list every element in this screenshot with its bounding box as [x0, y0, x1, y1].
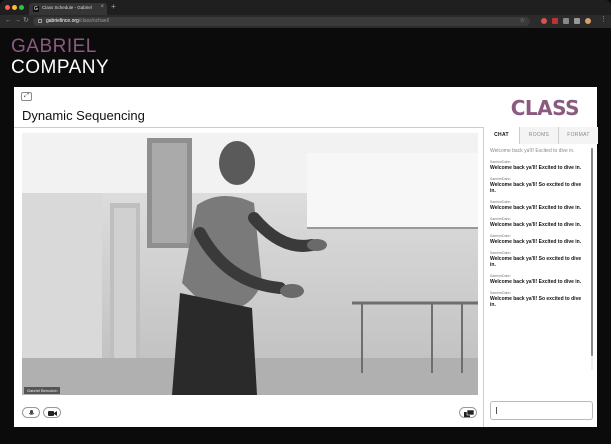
bookmark-star-icon[interactable]: ☆	[520, 17, 525, 24]
chat-tabs: CHAT ROOMS FORMAT	[484, 127, 598, 144]
brand-line-2[interactable]: COMPANY	[11, 58, 109, 78]
chat-message-text: Welcome back ya'll! Excited to dive in.	[490, 205, 582, 211]
lock-icon	[38, 19, 42, 23]
chat-message-text: Welcome back ya'll! Excited to dive in.	[490, 222, 582, 228]
chat-panel: CHAT ROOMS FORMAT Welcome back ya'll! Ex…	[483, 127, 598, 427]
video-name-label: Gabriel Benoxich	[24, 387, 61, 394]
extension-icon[interactable]	[574, 18, 580, 24]
browser-window: G Class Schedule - Gabriel × + ← → ↻ gab…	[0, 0, 611, 444]
back-icon[interactable]: ←	[5, 17, 12, 25]
chat-message: SamIneDahn Welcome back ya'll! So excite…	[490, 291, 588, 308]
expand-icon[interactable]: ⤢	[21, 92, 32, 101]
site-favicon-icon: G	[33, 6, 39, 12]
brand-line-1[interactable]: GABRIEL	[11, 37, 97, 57]
microphone-icon	[28, 410, 35, 415]
chat-message-text: Welcome back ya'll! Excited to dive in.	[490, 279, 582, 285]
video-frame-image	[22, 133, 478, 395]
forward-icon[interactable]: →	[14, 17, 21, 25]
class-logo: CLASS	[510, 96, 580, 120]
tab-rooms[interactable]: ROOMS	[520, 127, 559, 144]
browser-tab[interactable]: G Class Schedule - Gabriel ×	[29, 3, 107, 15]
browser-menu-icon[interactable]: ⋮	[600, 16, 607, 24]
tab-format[interactable]: FORMAT	[559, 127, 598, 144]
minimize-window-button[interactable]	[12, 5, 17, 10]
browser-tab-bar: G Class Schedule - Gabriel × +	[0, 0, 611, 15]
profile-avatar[interactable]	[585, 18, 591, 24]
chat-message: SamIneDahn Welcome back ya'll! Excited t…	[490, 234, 588, 245]
chat-message: SamIneDahn Welcome back ya'll! Excited t…	[490, 160, 588, 171]
chat-message: SamIneDahn Welcome back ya'll! Excited t…	[490, 274, 588, 285]
new-tab-icon[interactable]: +	[111, 3, 116, 11]
chat-message-text: Welcome back ya'll! So excited to dive i…	[490, 296, 582, 308]
address-bar[interactable]: gabrielince.org/class/ochael/ ☆	[33, 17, 530, 26]
chat-message-text: Welcome back ya'll! So excited to dive i…	[490, 256, 582, 268]
chat-message-text: Welcome back ya'll! Excited to dive in.	[490, 165, 582, 171]
extension-icon[interactable]	[552, 18, 558, 24]
screen-switch-button[interactable]	[459, 407, 477, 418]
chat-message: SamIneDahn Welcome back ya'll! Excited t…	[490, 217, 588, 228]
video-camera-icon	[48, 411, 57, 416]
class-title: Dynamic Sequencing	[22, 108, 145, 123]
extension-icon[interactable]	[541, 18, 547, 24]
reload-icon[interactable]: ↻	[23, 17, 29, 25]
class-panel: ⤢ Dynamic Sequencing CLASS Gabriel Benox…	[14, 87, 598, 427]
extensions-puzzle-icon[interactable]	[563, 18, 569, 24]
chat-scrollbar-thumb[interactable]	[591, 148, 593, 356]
chat-scrollbar[interactable]	[591, 148, 593, 370]
browser-toolbar: ← → ↻ gabrielince.org/class/ochael/ ☆ ⋮	[0, 15, 611, 28]
address-url: gabrielince.org/class/ochael/	[46, 18, 110, 24]
browser-tab-title: Class Schedule - Gabriel	[42, 5, 92, 10]
video-player[interactable]: Gabriel Benoxich	[22, 133, 478, 395]
close-window-button[interactable]	[5, 5, 10, 10]
microphone-button[interactable]	[22, 407, 40, 418]
chat-message: SamIneDahn Welcome back ya'll! So excite…	[490, 177, 588, 194]
chat-message-text: Welcome back ya'll! Excited to dive in.	[490, 239, 582, 245]
chat-message: Welcome back ya'll! Excited to dive in.	[490, 148, 575, 154]
tab-chat[interactable]: CHAT	[484, 127, 520, 144]
chat-message-text: Welcome back ya'll! So excited to dive i…	[490, 182, 582, 194]
screen-switch-icon	[464, 410, 474, 417]
chat-input[interactable]	[490, 401, 593, 420]
close-tab-icon[interactable]: ×	[100, 4, 104, 10]
text-cursor	[496, 407, 497, 414]
maximize-window-button[interactable]	[19, 5, 24, 10]
camera-button[interactable]	[43, 407, 61, 418]
chat-message: SamIneDahn Welcome back ya'll! So excite…	[490, 251, 588, 268]
chat-message: SamIneDahn Welcome back ya'll! Excited t…	[490, 200, 588, 211]
chat-messages[interactable]: Welcome back ya'll! Excited to dive in. …	[490, 148, 588, 370]
